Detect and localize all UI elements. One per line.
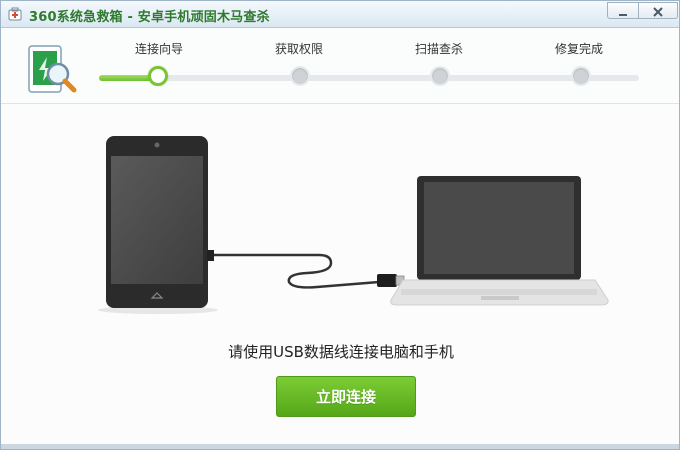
step-label-connect: 连接向导 xyxy=(135,42,184,56)
close-icon xyxy=(653,7,663,17)
step-dot-complete xyxy=(571,66,591,86)
phone-scan-logo-icon xyxy=(28,45,77,93)
step-dot-connect xyxy=(148,66,168,86)
window-title: 360系统急救箱 - 安卓手机顽固木马查杀 xyxy=(29,10,270,25)
title-bar: 360系统急救箱 - 安卓手机顽固木马查杀 xyxy=(1,1,679,28)
app-window: 360系统急救箱 - 安卓手机顽固木马查杀 连接向导 获取权限 扫描查杀 修复完… xyxy=(0,0,680,450)
main-panel: 请使用USB数据线连接电脑和手机 立即连接 xyxy=(1,104,679,444)
phone-icon xyxy=(98,136,218,314)
step-label-permission: 获取权限 xyxy=(275,42,324,56)
usb-cable-icon xyxy=(207,250,405,289)
step-dot-permission xyxy=(290,66,310,86)
minimize-icon xyxy=(619,14,627,16)
connection-instruction: 请使用USB数据线连接电脑和手机 xyxy=(228,343,454,361)
progress-track xyxy=(99,75,639,81)
connect-now-button[interactable]: 立即连接 xyxy=(276,376,416,417)
step-label-scan: 扫描查杀 xyxy=(415,42,464,56)
minimize-button[interactable] xyxy=(607,2,639,19)
step-header: 连接向导 获取权限 扫描查杀 修复完成 xyxy=(1,28,679,104)
bottom-border xyxy=(1,444,679,449)
close-button[interactable] xyxy=(638,2,678,19)
app-icon xyxy=(8,7,22,21)
connection-illustration xyxy=(98,136,609,314)
laptop-icon xyxy=(390,176,609,306)
step-dot-scan xyxy=(430,66,450,86)
step-label-complete: 修复完成 xyxy=(555,42,604,56)
